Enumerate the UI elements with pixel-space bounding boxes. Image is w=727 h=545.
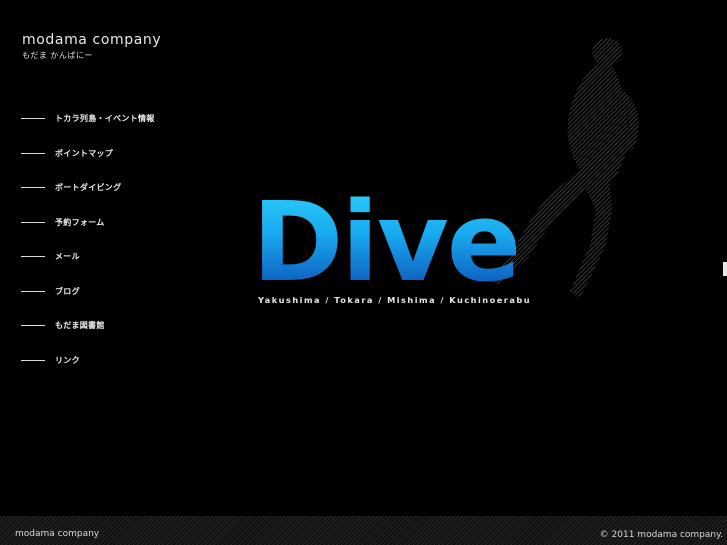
- nav-item-library[interactable]: もだま図書館: [21, 317, 105, 333]
- nav-item-label: リンク: [55, 355, 80, 365]
- brand: modama company もだま かんぱにー: [22, 31, 161, 61]
- nav-item-label: トカラ列島・イベント情報: [55, 113, 155, 123]
- footer-copyright: © 2011 modama company.: [599, 530, 723, 540]
- nav-item-mail[interactable]: メール: [21, 248, 80, 264]
- site-subtitle: もだま かんぱにー: [22, 51, 93, 60]
- nav-item-tokara-events[interactable]: トカラ列島・イベント情報: [21, 110, 155, 126]
- nav-item-label: メール: [55, 251, 80, 261]
- nav-item-label: ブログ: [55, 286, 80, 296]
- nav-dash-icon: [21, 152, 45, 154]
- nav-dash-icon: [21, 359, 45, 361]
- nav-dash-icon: [21, 255, 45, 257]
- nav-item-reservation-form[interactable]: 予約フォーム: [21, 214, 105, 230]
- nav-item-blog[interactable]: ブログ: [21, 283, 80, 299]
- nav-dash-icon: [21, 186, 45, 188]
- nav-item-label: もだま図書館: [55, 320, 105, 330]
- nav-item-point-map[interactable]: ポイントマップ: [21, 145, 113, 161]
- nav-item-boat-diving[interactable]: ボートダイビング: [21, 179, 121, 195]
- hero-graphic: Dive: [252, 38, 639, 306]
- nav-item-links[interactable]: リンク: [21, 352, 80, 368]
- hero: Dive: [250, 30, 670, 330]
- hero-tagline: Yakushima / Tokara / Mishima / Kuchinoer…: [258, 295, 532, 305]
- nav-item-label: ボートダイビング: [55, 182, 122, 192]
- nav-dash-icon: [21, 221, 45, 223]
- nav-item-label: 予約フォーム: [55, 217, 105, 227]
- footer: modama company © 2011 modama company.: [0, 516, 727, 545]
- nav-item-label: ポイントマップ: [55, 148, 114, 158]
- nav-dash-icon: [21, 117, 45, 119]
- hero-dive-text: Dive: [252, 178, 519, 306]
- site-title[interactable]: modama company: [22, 31, 161, 49]
- footer-brand: modama company: [15, 529, 100, 539]
- nav-dash-icon: [21, 324, 45, 326]
- nav-dash-icon: [21, 290, 45, 292]
- scrollbar-thumb[interactable]: [723, 262, 727, 276]
